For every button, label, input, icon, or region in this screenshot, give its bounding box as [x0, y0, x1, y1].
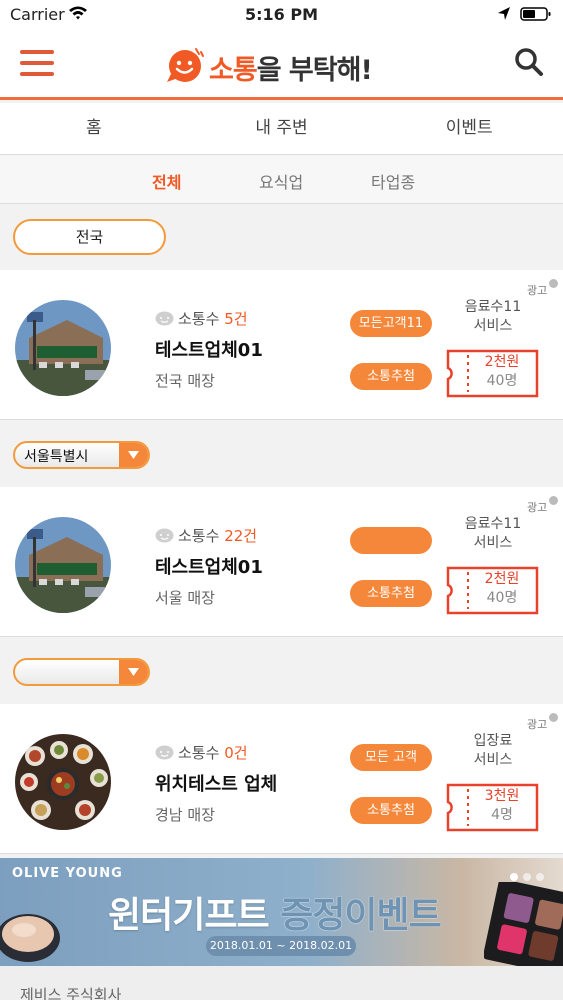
banner-dates: 2018.01.01 ~ 2018.02.01 [206, 936, 356, 956]
category-tabs: 전체 요식업 타업종 [0, 156, 563, 204]
store-name: 테스트업체01 [155, 557, 263, 578]
footer: 제비스 주식회사 [0, 966, 563, 1000]
store-card[interactable]: 소통수 5건 테스트업체01 전국 매장 모든고객11 소통추첨 광고 음료수1… [0, 270, 563, 420]
ad-info-icon[interactable] [549, 279, 558, 288]
clock: 5:16 PM [244, 5, 318, 24]
cushion-compact-image [0, 914, 60, 962]
talk-label: 소통수 [178, 310, 220, 328]
carousel-indicator[interactable] [510, 866, 549, 885]
talk-count-row: 소통수 22건 [155, 525, 257, 546]
lottery-button[interactable]: 소통추첨 [350, 580, 432, 607]
service-item: 입장료 [473, 733, 513, 749]
category-tab-other[interactable]: 타업종 [371, 169, 415, 193]
banner-headline: 윈터기프트 증정이벤트 [108, 895, 442, 936]
coupon-info: 3천원 4명 [466, 787, 538, 825]
city-select[interactable]: 서울특별시 [13, 441, 150, 469]
main-tabs: 홈 내 주변 이벤트 [0, 103, 563, 155]
coupon-price: 3천원 [484, 788, 520, 804]
region-filter-button[interactable]: 전국 [13, 219, 166, 255]
location-arrow-icon [498, 7, 510, 20]
talk-label: 소통수 [178, 527, 220, 545]
talk-label: 소통수 [178, 744, 220, 762]
service-info: 음료수11 서비스 [452, 515, 534, 553]
tab-home[interactable]: 홈 [0, 103, 188, 154]
target-badge: 모든 고객 [350, 744, 432, 771]
carousel-dot[interactable] [536, 873, 544, 881]
filter-row [0, 638, 563, 704]
chat-bubble-icon [155, 745, 174, 759]
tab-events[interactable]: 이벤트 [375, 103, 563, 154]
store-name: 테스트업체01 [155, 340, 263, 361]
store-area: 서울 매장 [155, 589, 215, 607]
store-thumbnail [15, 300, 111, 396]
promo-banner[interactable]: OLIVE YOUNG 윈터기프트 증정이벤트 2018.01.01 ~ 201… [0, 858, 563, 966]
battery-icon [520, 7, 551, 21]
coupon-info: 2천원 40명 [466, 570, 538, 608]
service-item: 음료수11 [464, 516, 522, 532]
coupon-count: 40명 [486, 590, 518, 606]
eyeshadow-palette-image [484, 882, 563, 966]
dropdown-arrow-icon [119, 443, 148, 467]
tab-nearby[interactable]: 내 주변 [188, 103, 376, 154]
category-tab-restaurant[interactable]: 요식업 [259, 169, 303, 193]
store-card[interactable]: 소통수 0건 위치테스트 업체 경남 매장 모든 고객 소통추첨 광고 입장료 … [0, 704, 563, 854]
chat-bubble-icon [155, 311, 174, 325]
city-select-value: 서울특별시 [24, 449, 89, 465]
store-area: 경남 매장 [155, 806, 215, 824]
coupon-count: 40명 [486, 373, 518, 389]
lottery-button[interactable]: 소통추첨 [350, 363, 432, 390]
talk-count: 0건 [224, 744, 248, 762]
service-item: 음료수11 [464, 299, 522, 315]
ad-label: 광고 [527, 718, 548, 731]
store-thumbnail [15, 734, 111, 830]
company-name: 제비스 주식회사 [20, 986, 122, 1000]
banner-brand-logo: OLIVE YOUNG [12, 866, 123, 881]
filter-row: 서울특별시 [0, 421, 563, 487]
service-info: 음료수11 서비스 [452, 298, 534, 336]
coupon-info: 2천원 40명 [466, 353, 538, 391]
store-name: 위치테스트 업체 [155, 774, 278, 795]
ad-info-icon[interactable] [549, 496, 558, 505]
logo-text: 소통을 부탁해! [209, 55, 373, 86]
carousel-dot[interactable] [510, 873, 518, 881]
service-type: 서비스 [473, 535, 513, 551]
menu-button[interactable] [20, 50, 54, 76]
service-info: 입장료 서비스 [452, 732, 534, 770]
ad-label: 광고 [527, 501, 548, 514]
talk-count: 5건 [224, 310, 248, 328]
coupon-price: 2천원 [484, 571, 520, 587]
ad-info-icon[interactable] [549, 713, 558, 722]
store-thumbnail [15, 517, 111, 613]
talk-count: 22건 [224, 527, 258, 545]
mascot-logo-icon [167, 48, 204, 82]
district-select[interactable] [13, 658, 150, 686]
lottery-button[interactable]: 소통추첨 [350, 797, 432, 824]
app-header: 소통을 부탁해! [0, 30, 563, 100]
coupon-price: 2천원 [484, 354, 520, 370]
service-type: 서비스 [473, 318, 513, 334]
coupon-count: 4명 [491, 807, 513, 823]
carousel-dot[interactable] [523, 873, 531, 881]
ad-label: 광고 [527, 284, 548, 297]
category-tab-all[interactable]: 전체 [152, 169, 181, 193]
service-type: 서비스 [473, 752, 513, 768]
chat-bubble-icon [155, 528, 174, 542]
talk-count-row: 소통수 0건 [155, 742, 248, 763]
dropdown-arrow-icon [119, 660, 148, 684]
target-badge: 모든고객11 [350, 310, 432, 337]
store-area: 전국 매장 [155, 372, 215, 390]
status-bar: Carrier 5:16 PM [0, 0, 563, 30]
target-badge [350, 527, 432, 554]
store-card[interactable]: 소통수 22건 테스트업체01 서울 매장 소통추첨 광고 음료수11 서비스 … [0, 487, 563, 637]
search-icon[interactable] [513, 46, 545, 78]
talk-count-row: 소통수 5건 [155, 308, 248, 329]
app-logo: 소통을 부탁해! [165, 44, 405, 88]
